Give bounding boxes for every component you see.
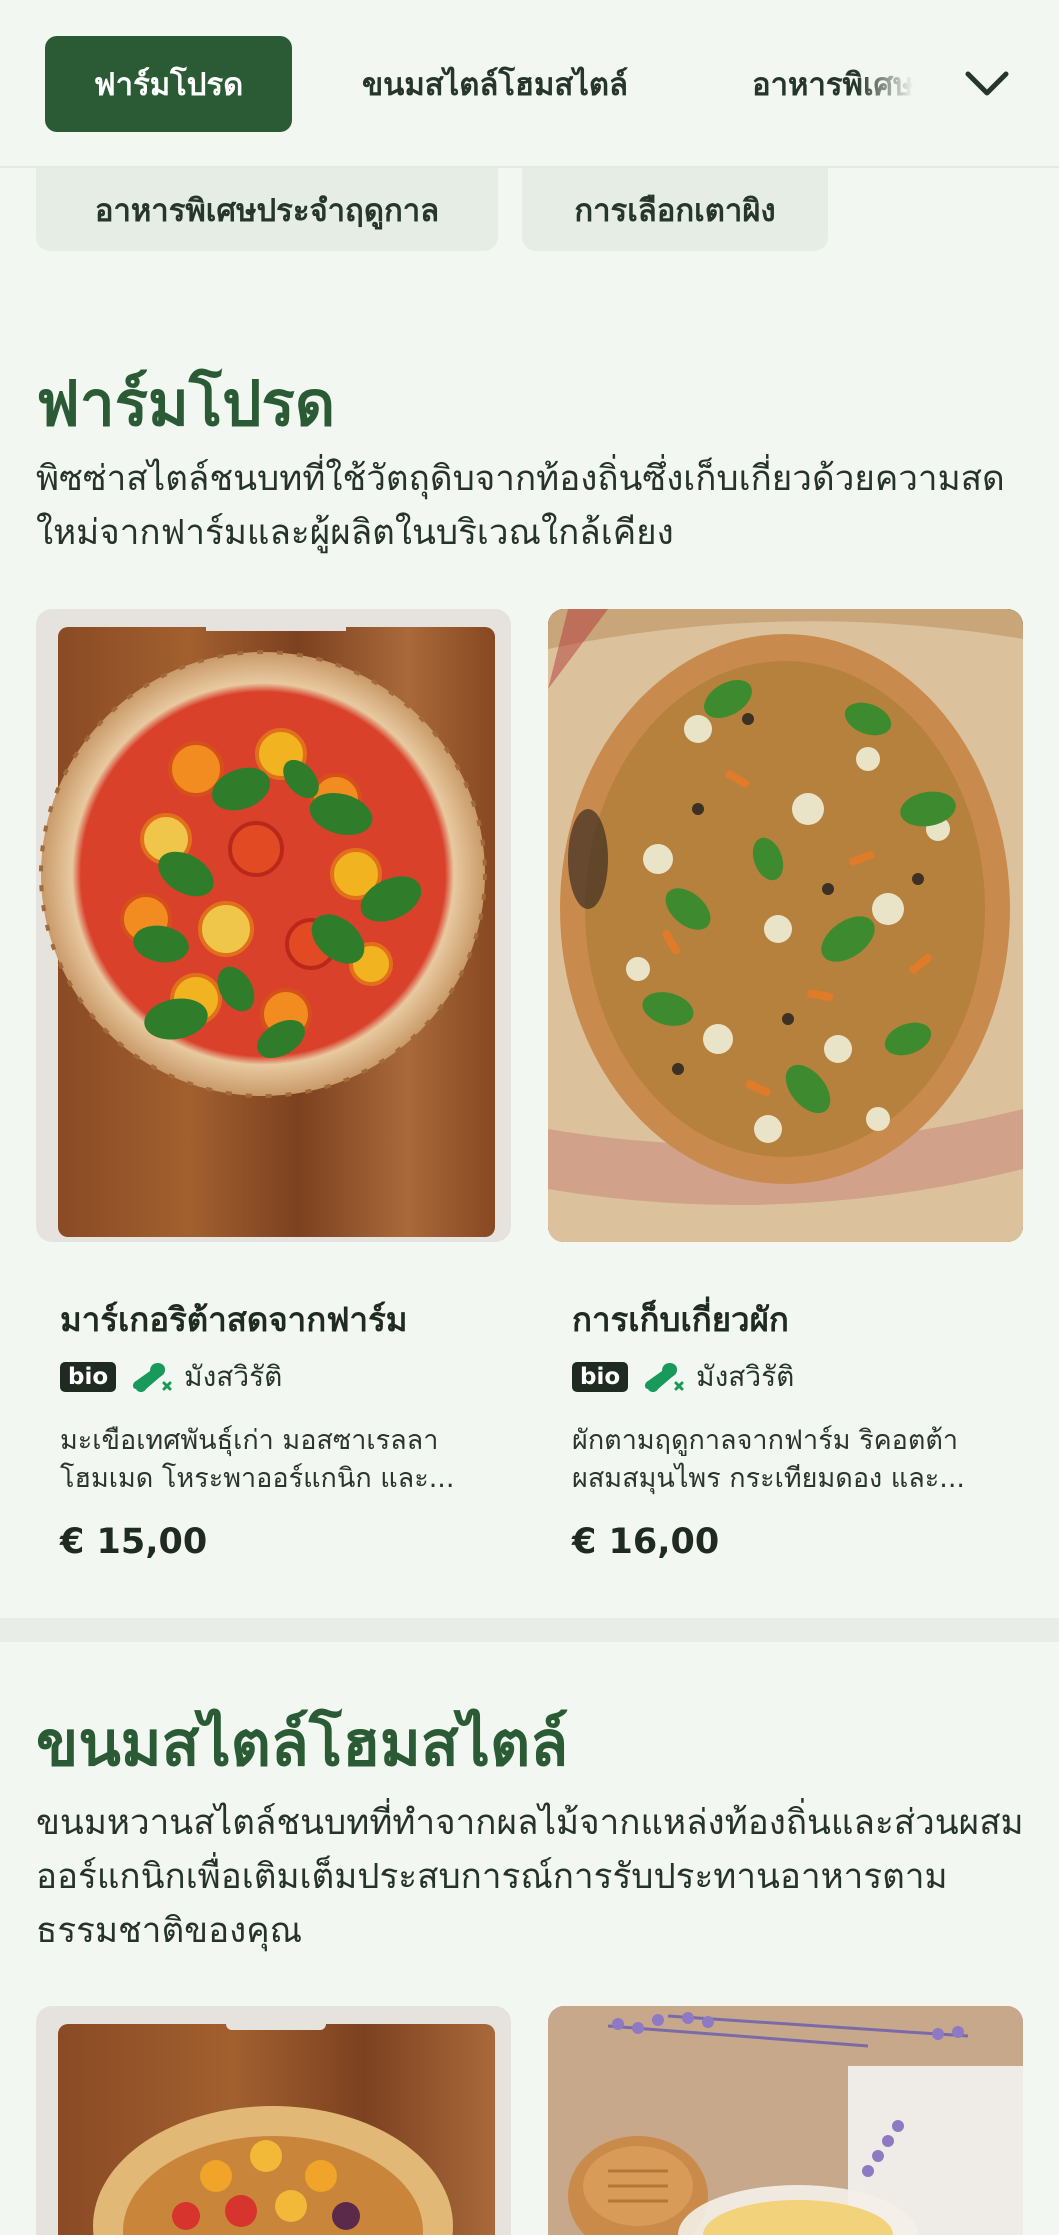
product-description-line: ผักตามฤดูกาลจากฟาร์ม ริคอตต้า [572,1425,959,1456]
product-tags: bio มังสวิรัติ [60,1355,282,1399]
vegetarian-leg-icon [645,1363,684,1392]
product-description-line: โฮมเมด โหระพาออร์แกนิก และ... [60,1463,455,1494]
product-image-lavender-dessert[interactable] [548,2006,1023,2235]
tab-specials-label: อาหารพิเศษ [752,67,914,103]
tab-hearth-selection[interactable]: การเลือกเตาผิง [522,168,828,251]
product-price: € 16,00 [572,1522,720,1562]
product-image-vegetable-harvest[interactable] [548,609,1023,1242]
product-title[interactable]: การเก็บเกี่ยวผัก [572,1293,789,1346]
bio-badge: bio [60,1362,117,1392]
section-description-homestyle-desserts: ขนมหวานสไตล์ชนบทที่ทำจากผลไม้จากแหล่งท้อ… [36,1803,1024,1951]
tab-farm-favorites[interactable]: ฟาร์มโปรด [45,36,292,132]
product-description: ผักตามฤดูกาลจากฟาร์ม ริคอตต้า ผสมสมุนไพร… [572,1422,992,1498]
category-tab-bar: ฟาร์มโปรด ขนมสไตล์โฮมสไตล์ อาหารพิเศษ [0,0,1059,168]
tab-specials[interactable]: อาหารพิเศษ [752,36,932,132]
diet-label: มังสวิรัติ [184,1360,283,1393]
product-image-fruit-galette[interactable] [36,2006,511,2235]
vegetarian-leg-icon [133,1363,172,1392]
section-divider [0,1618,1059,1642]
product-price: € 15,00 [60,1522,208,1562]
product-description: มะเขือเทศพันธุ์เก่า มอสซาเรลลา โฮมเมด โห… [60,1422,480,1498]
section-description-farm-favorites: พิซซ่าสไตล์ชนบทที่ใช้วัตถุดิบจากท้องถิ่น… [36,459,1005,553]
tab-homestyle-desserts[interactable]: ขนมสไตล์โฮมสไตล์ [330,36,660,132]
diet-label: มังสวิรัติ [696,1360,795,1393]
product-description-line: มะเขือเทศพันธุ์เก่า มอสซาเรลลา [60,1425,439,1456]
product-image-margherita[interactable] [36,609,511,1242]
product-description-line: ผสมสมุนไพร กระเทียมดอง และ... [572,1463,966,1494]
bio-badge: bio [572,1362,629,1392]
product-title[interactable]: มาร์เกอริต้าสดจากฟาร์ม [60,1293,408,1346]
product-tags: bio มังสวิรัติ [572,1355,794,1399]
section-title-homestyle-desserts: ขนมสไตล์โฮมสไตล์ [36,1707,569,1780]
tab-seasonal-specials[interactable]: อาหารพิเศษประจำฤดูกาล [36,168,498,251]
section-title-farm-favorites: ฟาร์มโปรด [36,367,336,440]
chevron-down-icon[interactable] [962,62,1012,106]
